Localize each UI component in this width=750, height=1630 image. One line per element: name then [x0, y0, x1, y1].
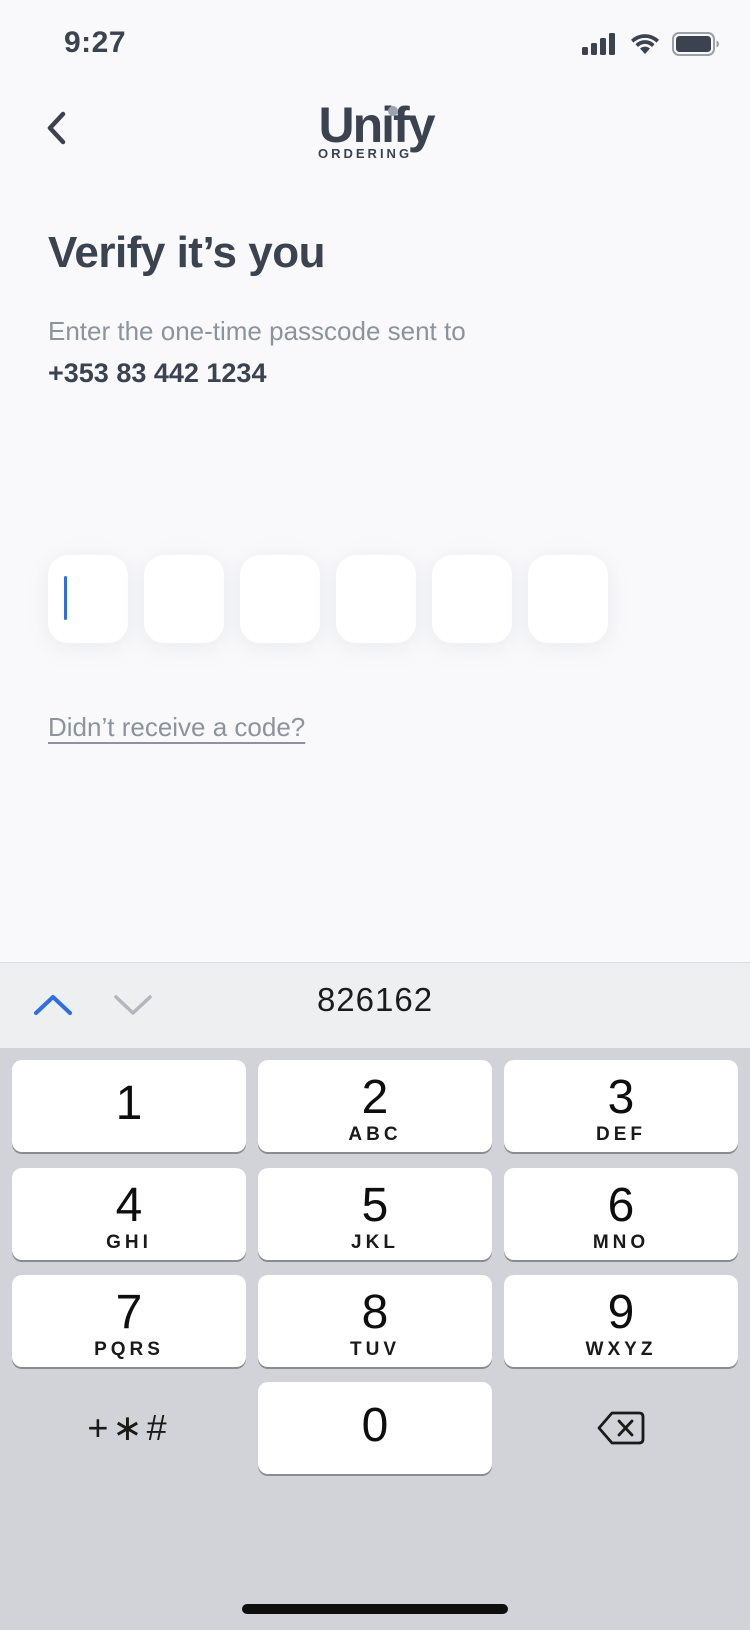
key-digit: 2	[361, 1071, 389, 1124]
key-5[interactable]: 5 JKL	[258, 1168, 492, 1260]
signal-icon	[582, 33, 615, 55]
logo-dot	[388, 106, 398, 116]
key-1[interactable]: 1	[12, 1060, 246, 1152]
otp-input-group	[48, 555, 608, 643]
home-indicator[interactable]	[242, 1604, 508, 1614]
unify-logo: Unify ORDERING	[312, 100, 440, 170]
phone-number: +353 83 442 1234	[48, 358, 267, 388]
status-time: 9:27	[64, 26, 127, 59]
backspace-icon	[597, 1411, 645, 1445]
key-2[interactable]: 2 ABC	[258, 1060, 492, 1152]
delete-key[interactable]	[504, 1382, 738, 1474]
otp-digit-3[interactable]	[240, 555, 320, 643]
otp-autofill-suggestion[interactable]: 826162	[0, 981, 750, 1019]
key-digit: 7	[115, 1286, 143, 1339]
battery-icon	[672, 32, 719, 56]
key-letters: TUV	[350, 1339, 400, 1360]
otp-digit-2[interactable]	[144, 555, 224, 643]
back-button[interactable]	[34, 106, 78, 150]
key-digit: 1	[115, 1077, 143, 1130]
key-3[interactable]: 3 DEF	[504, 1060, 738, 1152]
key-letters: DEF	[596, 1124, 646, 1145]
otp-digit-4[interactable]	[336, 555, 416, 643]
key-0[interactable]: 0	[258, 1382, 492, 1474]
logo-word: Unify	[318, 97, 436, 153]
status-icons	[582, 32, 720, 56]
key-digit: 6	[607, 1179, 635, 1232]
page-title: Verify it’s you	[48, 228, 325, 277]
key-letters: ABC	[348, 1124, 402, 1145]
otp-digit-6[interactable]	[528, 555, 608, 643]
numeric-keypad: 1 2 ABC 3 DEF 4 GHI 5 JKL 6 MNO 7 PQRS 8…	[0, 1048, 750, 1630]
key-letters: MNO	[592, 1232, 650, 1253]
symbols-key[interactable]: +∗#	[12, 1382, 246, 1474]
otp-digit-5[interactable]	[432, 555, 512, 643]
key-digit: 0	[361, 1399, 389, 1452]
key-7[interactable]: 7 PQRS	[12, 1275, 246, 1367]
key-9[interactable]: 9 WXYZ	[504, 1275, 738, 1367]
otp-digit-1[interactable]	[48, 555, 128, 643]
key-4[interactable]: 4 GHI	[12, 1168, 246, 1260]
key-8[interactable]: 8 TUV	[258, 1275, 492, 1367]
key-letters: GHI	[106, 1232, 152, 1253]
resend-code-link[interactable]: Didn’t receive a code?	[48, 712, 305, 743]
keyboard-accessory-bar: 826162	[0, 962, 750, 1049]
key-letters: PQRS	[94, 1339, 164, 1360]
key-digit: 8	[361, 1286, 389, 1339]
page-subtitle: Enter the one-time passcode sent to	[48, 316, 466, 346]
key-letters: JKL	[351, 1232, 399, 1253]
key-letters: WXYZ	[585, 1339, 657, 1360]
key-6[interactable]: 6 MNO	[504, 1168, 738, 1260]
key-digit: 9	[607, 1286, 635, 1339]
key-digit: 5	[361, 1179, 389, 1232]
key-digit: 4	[115, 1179, 143, 1232]
chevron-left-icon	[47, 111, 66, 145]
wifi-icon	[631, 34, 659, 54]
text-caret	[64, 576, 67, 620]
key-digit: 3	[607, 1071, 635, 1124]
